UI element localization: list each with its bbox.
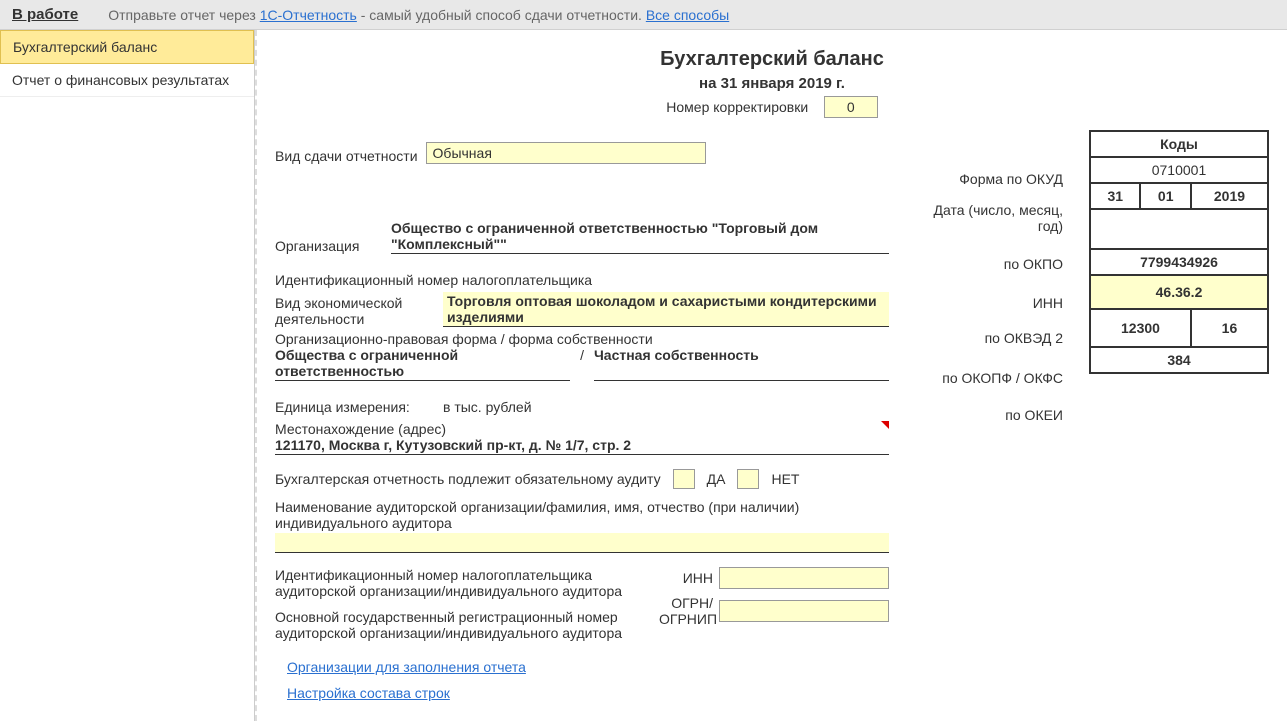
link-all-methods[interactable]: Все способы bbox=[646, 7, 729, 23]
sidebar-item-balance[interactable]: Бухгалтерский баланс bbox=[0, 30, 254, 64]
org-label: Организация bbox=[275, 238, 383, 254]
auditor-name-label: Наименование аудиторской организации/фам… bbox=[275, 499, 799, 531]
auditor-inn-input[interactable] bbox=[719, 567, 889, 589]
audit-no-label: НЕТ bbox=[771, 471, 799, 487]
okopf-value: 12300 bbox=[1090, 309, 1191, 347]
code-date-label: Дата (число, месяц, год) bbox=[911, 196, 1067, 240]
unit-value: в тыс. рублей bbox=[443, 399, 532, 415]
code-date-day: 31 bbox=[1090, 183, 1140, 209]
topbar-info: Отправьте отчет через 1С-Отчетность - са… bbox=[108, 7, 729, 23]
okei-value: 384 bbox=[1090, 347, 1268, 373]
audit-no-checkbox[interactable] bbox=[737, 469, 759, 489]
org-value: Общество с ограниченной ответственностью… bbox=[391, 220, 889, 254]
correction-row: Номер корректировки 0 bbox=[275, 96, 1269, 118]
auditor-ogrn-label: Основной государственный регистрационный… bbox=[275, 609, 647, 641]
okud-value: 0710001 bbox=[1090, 157, 1268, 183]
correction-value[interactable]: 0 bbox=[824, 96, 878, 118]
link-1c-reporting[interactable]: 1С-Отчетность bbox=[260, 7, 357, 23]
sidebar: Бухгалтерский баланс Отчет о финансовых … bbox=[0, 30, 255, 721]
code-inn-label: ИНН bbox=[911, 288, 1067, 318]
topbar-info-suffix: - самый удобный способ сдачи отчетности. bbox=[357, 7, 646, 23]
dropdown-corner-icon[interactable] bbox=[881, 421, 889, 429]
auditor-ogrn-input[interactable] bbox=[719, 600, 889, 622]
okpo-label: по ОКПО bbox=[911, 242, 1067, 286]
status-link[interactable]: В работе bbox=[12, 6, 78, 23]
legal-form-label: Организационно-правовая форма / форма со… bbox=[275, 331, 653, 347]
okfs-value: 16 bbox=[1191, 309, 1268, 347]
address-value[interactable]: 121170, Москва г, Кутузовский пр-кт, д. … bbox=[275, 437, 889, 455]
okved-value[interactable]: 46.36.2 bbox=[1090, 275, 1268, 309]
okei-label: по ОКЕИ bbox=[911, 400, 1067, 430]
link-rows-setup[interactable]: Настройка состава строк bbox=[287, 685, 450, 701]
code-inn-value: 7799434926 bbox=[1090, 249, 1268, 275]
auditor-inn-label: Идентификационный номер налогоплательщик… bbox=[275, 567, 647, 599]
code-date-month: 01 bbox=[1140, 183, 1190, 209]
taxpayer-id-label: Идентификационный номер налогоплательщик… bbox=[275, 272, 592, 288]
legal-form-value: Общества с ограниченной ответственностью bbox=[275, 347, 570, 381]
unit-label: Единица измерения: bbox=[275, 399, 435, 415]
activity-label: Вид экономической деятельности bbox=[275, 295, 435, 327]
doc-date: на 31 января 2019 г. bbox=[275, 75, 1269, 92]
auditor-ogrn-short-label: ОГРН/ ОГРНИП bbox=[659, 595, 719, 627]
auditor-inn-short-label: ИНН bbox=[659, 570, 719, 586]
audit-yes-checkbox[interactable] bbox=[673, 469, 695, 489]
topbar: В работе Отправьте отчет через 1С-Отчетн… bbox=[0, 0, 1287, 30]
document-content: Бухгалтерский баланс на 31 января 2019 г… bbox=[255, 30, 1287, 721]
activity-value[interactable]: Торговля оптовая шоколадом и сахаристыми… bbox=[443, 292, 889, 327]
audit-yes-label: ДА bbox=[707, 471, 726, 487]
code-date-year: 2019 bbox=[1191, 183, 1268, 209]
auditor-name-input[interactable] bbox=[275, 533, 889, 553]
audit-label: Бухгалтерская отчетность подлежит обязат… bbox=[275, 471, 661, 487]
okved-label: по ОКВЭД 2 bbox=[911, 320, 1067, 356]
okopf-label: по ОКОПФ / ОКФС bbox=[911, 358, 1067, 398]
address-label: Местонахождение (адрес) bbox=[275, 421, 446, 437]
sidebar-item-financial-results[interactable]: Отчет о финансовых результатах bbox=[0, 64, 254, 97]
codes-table: Коды 0710001 31 01 2019 7799434926 46.36… bbox=[1089, 130, 1269, 374]
correction-label: Номер корректировки bbox=[666, 99, 808, 115]
report-type-label: Вид сдачи отчетности bbox=[275, 148, 418, 164]
doc-title: Бухгалтерский баланс bbox=[275, 48, 1269, 71]
link-orgs-for-report[interactable]: Организации для заполнения отчета bbox=[287, 659, 526, 675]
topbar-info-prefix: Отправьте отчет через bbox=[108, 7, 259, 23]
report-type-value[interactable]: Обычная bbox=[426, 142, 706, 164]
ownership-value: Частная собственность bbox=[594, 347, 889, 381]
okpo-value bbox=[1090, 209, 1268, 249]
okud-label: Форма по ОКУД bbox=[911, 164, 1067, 194]
codes-labels-column: Форма по ОКУД Дата (число, месяц, год) п… bbox=[909, 130, 1069, 432]
codes-header: Коды bbox=[1090, 131, 1268, 157]
